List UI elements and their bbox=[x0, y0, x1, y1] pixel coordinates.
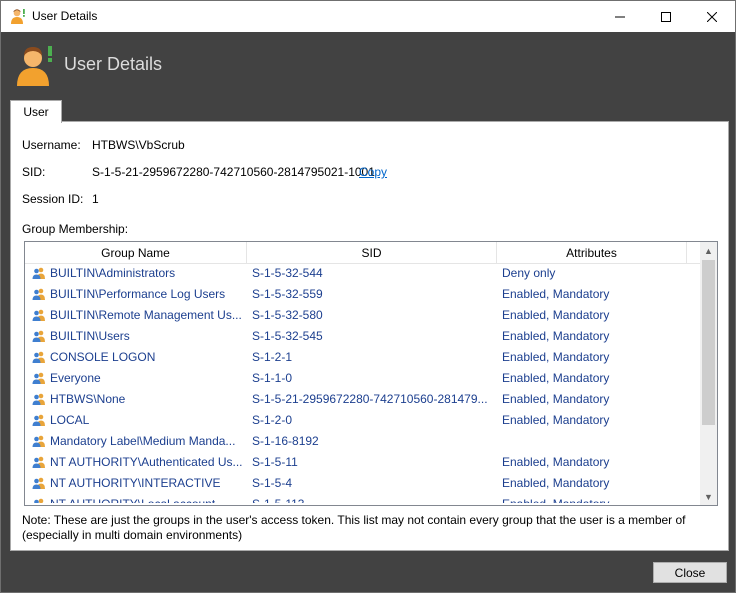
group-attributes-cell: Enabled, Mandatory bbox=[502, 497, 692, 503]
group-icon bbox=[34, 498, 44, 503]
group-name-cell: NT AUTHORITY\Authenticated Us... bbox=[50, 455, 242, 469]
group-name-cell: BUILTIN\Administrators bbox=[50, 266, 176, 280]
table-row[interactable]: BUILTIN\Users S-1-5-32-545 Enabled, Mandat… bbox=[25, 326, 700, 347]
vertical-scrollbar[interactable]: ▲ ▼ bbox=[700, 242, 717, 505]
user-details-window: User Details User Details User Username:… bbox=[0, 0, 736, 593]
group-sid-cell: S-1-1-0 bbox=[252, 371, 293, 385]
maximize-icon bbox=[661, 11, 671, 22]
group-attributes-cell: Enabled, Mandatory bbox=[502, 392, 610, 406]
group-icon bbox=[32, 351, 45, 363]
list-header: Group Name SID Attributes bbox=[25, 242, 700, 264]
group-name-cell: BUILTIN\Users bbox=[50, 329, 130, 343]
group-sid-cell: S-1-2-1 bbox=[252, 350, 293, 364]
group-attributes-cell: Enabled, Mandatory bbox=[502, 371, 610, 385]
group-sid-cell: S-1-5-32-544 bbox=[252, 266, 323, 280]
minimize-button[interactable] bbox=[597, 1, 643, 32]
group-sid-cell: S-1-16-8192 bbox=[252, 434, 319, 448]
group-icon bbox=[32, 435, 45, 447]
group-name-cell: CONSOLE LOGON bbox=[50, 350, 156, 364]
group-name-cell: BUILTIN\Performance Log Users bbox=[50, 287, 226, 301]
group-sid-cell: S-1-5-4 bbox=[252, 476, 293, 490]
group-name-cell: HTBWS\None bbox=[50, 392, 126, 406]
group-attributes-cell: Enabled, Mandatory bbox=[502, 455, 610, 469]
table-row[interactable]: CONSOLE LOGON S-1-2-1 Enabled, Mandatory bbox=[25, 347, 700, 368]
close-button[interactable]: Close bbox=[653, 562, 727, 583]
group-sid-cell: S-1-5-32-580 bbox=[252, 308, 323, 322]
group-attributes-cell: Enabled, Mandatory bbox=[502, 476, 610, 490]
group-icon bbox=[32, 393, 45, 405]
table-row[interactable]: BUILTIN\Remote Management Us... S-1-5-32-… bbox=[25, 305, 700, 326]
group-attributes-cell: Enabled, Mandatory bbox=[502, 287, 610, 301]
group-name-cell: NT AUTHORITY\INTERACTIVE bbox=[50, 476, 221, 490]
minimize-icon bbox=[615, 16, 625, 17]
group-attributes-cell: Enabled, Mandatory bbox=[502, 350, 610, 364]
dialog-heading: User Details bbox=[64, 54, 163, 74]
group-name-cell: LOCAL bbox=[50, 413, 90, 427]
close-icon bbox=[707, 11, 717, 22]
title-bar[interactable]: User Details bbox=[1, 1, 735, 32]
access-token-note: Note: These are just the groups in the u… bbox=[22, 513, 686, 542]
table-row[interactable]: BUILTIN\Performance Log Users S-1-5-32-55… bbox=[25, 284, 700, 305]
table-row[interactable]: NT AUTHORITY\Authenticated Us... S-1-5-11… bbox=[25, 452, 700, 473]
group-icon bbox=[32, 477, 45, 489]
table-row[interactable]: BUILTIN\Administrators S-1-5-32-544 Deny o… bbox=[25, 263, 700, 284]
group-icon bbox=[32, 414, 45, 426]
group-attributes-cell: Enabled, Mandatory bbox=[502, 308, 610, 322]
session-id-label: Session ID: bbox=[22, 192, 84, 206]
username-label: Username: bbox=[22, 138, 81, 152]
user-icon bbox=[11, 9, 25, 24]
user-tab-panel: Username: HTBWS\VbScrub SID: S-1-5-21-29… bbox=[10, 121, 729, 551]
window-title: User Details bbox=[32, 9, 98, 23]
table-row[interactable]: HTBWS\None S-1-5-21-2959672280-742710560-… bbox=[25, 389, 700, 410]
column-header-group-name[interactable]: Group Name bbox=[25, 242, 247, 263]
scroll-down-icon[interactable]: ▼ bbox=[700, 488, 717, 505]
session-id-value: 1 bbox=[92, 192, 99, 206]
group-icon bbox=[32, 330, 45, 342]
group-name-cell: Mandatory Label\Medium Manda... bbox=[50, 434, 236, 448]
group-sid-cell: S-1-2-0 bbox=[252, 413, 293, 427]
dialog-header: User Details bbox=[1, 32, 735, 99]
scroll-up-icon[interactable]: ▲ bbox=[700, 242, 717, 259]
column-header-attributes[interactable]: Attributes bbox=[497, 242, 687, 263]
group-sid-cell: S-1-5-11 bbox=[252, 455, 298, 469]
tab-user[interactable]: User bbox=[10, 100, 62, 123]
group-icon bbox=[32, 267, 45, 279]
username-value: HTBWS\VbScrub bbox=[92, 138, 185, 152]
group-name-cell: NT AUTHORITY\Local account bbox=[50, 497, 242, 503]
group-icon bbox=[32, 456, 45, 468]
group-sid-cell: S-1-5-113 bbox=[252, 497, 490, 503]
group-membership-label: Group Membership: bbox=[22, 222, 129, 236]
group-icon bbox=[32, 288, 45, 300]
group-sid-cell: S-1-5-32-545 bbox=[252, 329, 323, 343]
group-rows: BUILTIN\Administrators S-1-5-32-544 Deny o… bbox=[25, 263, 700, 503]
table-row[interactable]: Mandatory Label\Medium Manda... S-1-16-81… bbox=[25, 431, 700, 452]
copy-sid-link[interactable]: Copy bbox=[359, 165, 387, 179]
group-sid-cell: S-1-5-32-559 bbox=[252, 287, 323, 301]
close-window-button[interactable] bbox=[689, 1, 735, 32]
sid-value: S-1-5-21-2959672280-742710560-2814795021… bbox=[92, 165, 375, 179]
user-icon bbox=[17, 46, 52, 86]
group-attributes-cell: Deny only bbox=[502, 266, 556, 280]
group-attributes-cell: Enabled, Mandatory bbox=[502, 329, 610, 343]
table-row[interactable]: LOCAL S-1-2-0 Enabled, Mandatory bbox=[25, 410, 700, 431]
sid-label: SID: bbox=[22, 165, 46, 179]
group-icon bbox=[32, 372, 45, 384]
column-header-sid[interactable]: SID bbox=[247, 242, 497, 263]
table-row[interactable]: NT AUTHORITY\INTERACTIVE S-1-5-4 Enabled, … bbox=[25, 473, 700, 494]
scrollbar-thumb[interactable] bbox=[702, 260, 715, 425]
table-row[interactable]: Everyone S-1-1-0 Enabled, Mandatory bbox=[25, 368, 700, 389]
group-name-cell: BUILTIN\Remote Management Us... bbox=[50, 308, 242, 322]
group-membership-list[interactable]: Group Name SID Attributes BUILTIN\Admini… bbox=[24, 241, 718, 506]
group-attributes-cell: Enabled, Mandatory bbox=[502, 413, 610, 427]
table-row[interactable]: NT AUTHORITY\Local account S-1-5-113 Enabl… bbox=[25, 494, 700, 503]
maximize-button[interactable] bbox=[643, 1, 689, 32]
group-name-cell: Everyone bbox=[50, 371, 101, 385]
group-sid-cell: S-1-5-21-2959672280-742710560-281479... bbox=[252, 392, 488, 406]
group-icon bbox=[32, 309, 45, 321]
